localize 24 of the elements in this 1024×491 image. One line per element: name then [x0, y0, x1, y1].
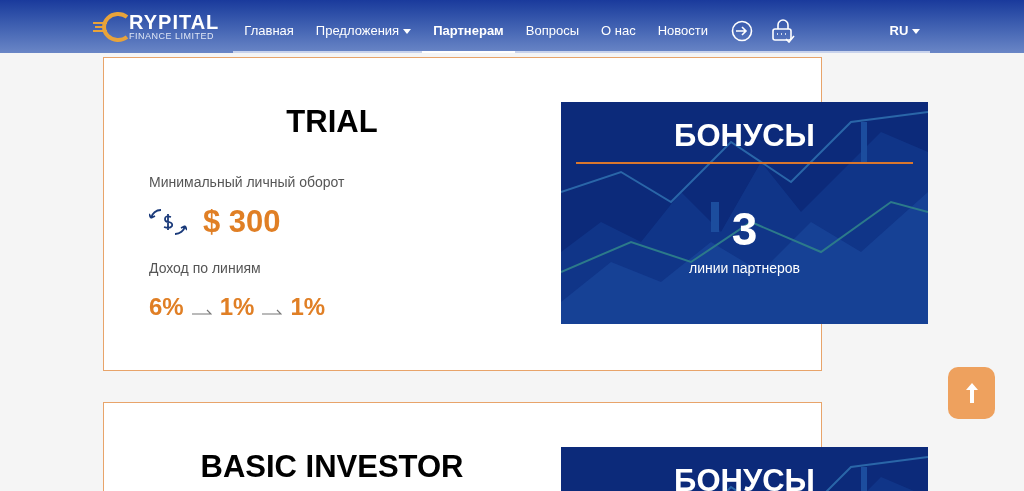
language-selector[interactable]: RU [889, 11, 921, 51]
income-rate: 6% [149, 291, 184, 322]
turnover-amount: $ 300 [203, 203, 281, 241]
lock-icon[interactable] [770, 19, 795, 43]
bonus-count: 3 [731, 204, 758, 254]
nav-link[interactable]: Главная [233, 11, 305, 51]
nav-link[interactable]: Предложения [304, 11, 423, 51]
income-rate: 1% [290, 291, 326, 322]
income-rate: 1% [219, 291, 255, 322]
logo[interactable]: RYPITAL FINANCE LIMITED [93, 10, 220, 43]
bonus-title: БОНУСЫ [674, 462, 815, 491]
logo-subtitle: FINANCE LIMITED [129, 32, 215, 41]
login-icon[interactable] [730, 20, 753, 42]
nav-link[interactable]: Новости [646, 11, 719, 51]
nav-link[interactable]: О нас [590, 11, 647, 51]
plan-title: BASIC INVESTOR [199, 448, 465, 486]
nav-link[interactable]: Вопросы [514, 11, 590, 51]
logo-text: RYPITAL [129, 12, 220, 32]
plan-title: TRIAL [285, 103, 379, 141]
bonus-count-label: линии партнеров [688, 259, 800, 278]
turnover-label: Минимальный личный оборот [149, 173, 346, 192]
bonus-title: БОНУСЫ [674, 117, 815, 155]
income-label: Доход по линиям [149, 258, 262, 278]
nav-link[interactable]: Партнерам [422, 11, 515, 53]
